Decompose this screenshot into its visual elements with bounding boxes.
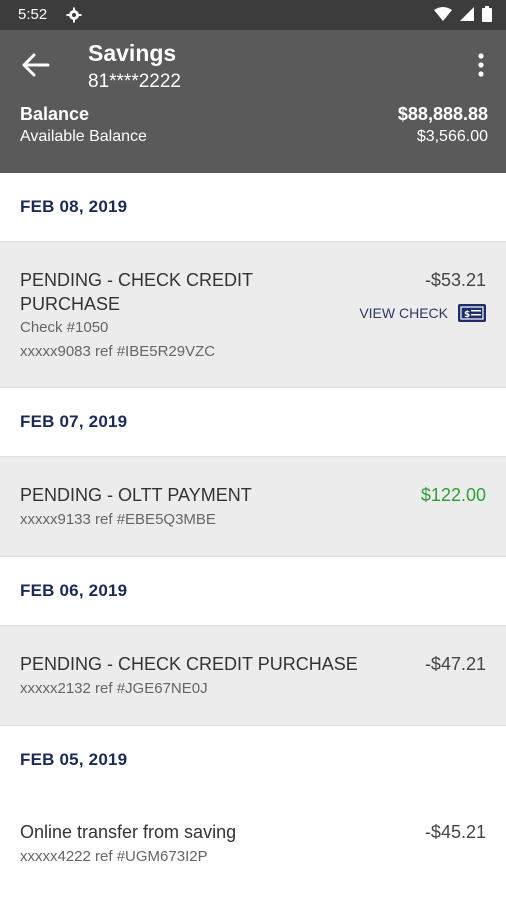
view-check-label: VIEW CHECK: [359, 305, 448, 321]
transaction-amount: $122.00: [420, 485, 486, 505]
back-arrow-icon[interactable]: [20, 51, 52, 79]
transaction-ref: xxxxx2132 ref #JGE67NE0J: [20, 680, 208, 697]
status-bar: 5:52: [0, 0, 506, 30]
date-header: FEB 08, 2019: [0, 173, 506, 241]
more-vert-icon[interactable]: [476, 52, 486, 78]
transaction-amount: -$53.21: [424, 270, 486, 290]
date-header: FEB 06, 2019: [0, 557, 506, 625]
balance-label: Balance: [20, 104, 90, 124]
transaction-ref: xxxxx9083 ref #IBE5R29VZC: [20, 343, 216, 360]
wifi-icon: [434, 7, 452, 21]
transaction-description: PENDING - CHECK CREDIT PURCHASE: [20, 654, 358, 674]
battery-icon: [482, 6, 492, 22]
svg-text:$: $: [464, 310, 470, 320]
transaction-row[interactable]: PENDING - OLTT PAYMENT xxxxx9133 ref #EB…: [0, 456, 506, 557]
transaction-ref: xxxxx9133 ref #EBE5Q3MBE: [20, 511, 216, 528]
settings-gear-icon: [66, 7, 82, 23]
account-number: 81****2222: [88, 71, 181, 92]
date-header: FEB 07, 2019: [0, 388, 506, 456]
account-title: Savings: [88, 40, 177, 66]
transaction-amount: -$47.21: [424, 654, 486, 674]
date-header: FEB 05, 2019: [0, 726, 506, 794]
transaction-row[interactable]: PENDING - CHECK CREDIT PURCHASE Check #1…: [0, 241, 506, 388]
signal-icon: [460, 7, 474, 21]
transaction-description: Online transfer from saving: [20, 822, 237, 842]
transaction-ref: xxxxx4222 ref #UGM673I2P: [20, 848, 208, 865]
transaction-description: PENDING - OLTT PAYMENT: [20, 485, 252, 505]
balance-value: $88,888.88: [397, 104, 488, 124]
check-image-icon: $: [458, 304, 486, 322]
status-time: 5:52: [18, 6, 48, 23]
available-balance-value: $3,566.00: [416, 128, 488, 145]
account-header: Savings 81****2222 Balance $88,888.88 Av…: [0, 30, 506, 173]
transaction-description: PENDING - CHECK CREDIT PURCHASE: [20, 270, 254, 314]
transaction-row[interactable]: PENDING - CHECK CREDIT PURCHASE xxxxx213…: [0, 625, 506, 726]
transaction-list: FEB 08, 2019 PENDING - CHECK CREDIT PURC…: [0, 173, 506, 895]
view-check-button[interactable]: VIEW CHECK $: [359, 304, 486, 322]
check-number: Check #1050: [20, 319, 109, 336]
available-balance-label: Available Balance: [20, 128, 147, 145]
transaction-amount: -$45.21: [424, 822, 486, 842]
transaction-row[interactable]: Online transfer from saving xxxxx4222 re…: [0, 794, 506, 895]
